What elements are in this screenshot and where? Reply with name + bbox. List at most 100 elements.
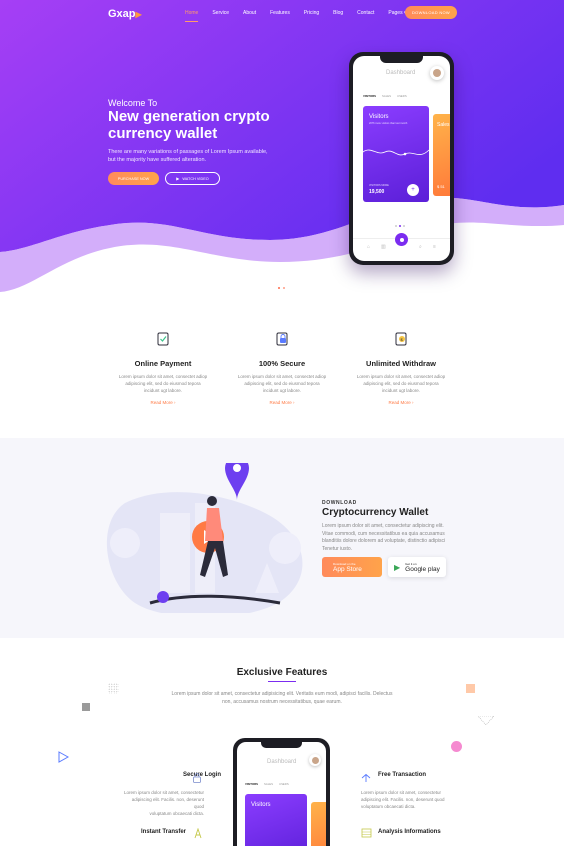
slider-dot-active[interactable] (278, 287, 280, 289)
feature-text: incidunt ugt labore. (262, 388, 302, 393)
hero-section: Gxap▶ Home Service About Features Pricin… (0, 0, 564, 300)
nav-blog[interactable]: Blog (333, 10, 343, 22)
visitors-card[interactable]: Visitors (245, 794, 307, 846)
phone-tab-users[interactable]: USERS (279, 782, 289, 786)
feature-text: incidunt ugt labore. (381, 388, 421, 393)
feature-text: Lorem ipsum dolor sit amet, consectet ad… (118, 374, 208, 379)
download-desc-line: Tenetur iusto. (322, 545, 353, 552)
nav-about[interactable]: About (243, 10, 256, 22)
feature-title: Analysis Informations (378, 829, 441, 835)
feature-title: Free Transaction (378, 772, 427, 778)
download-section: DOWNLOAD Cryptocurrency Wallet Lorem ips… (0, 438, 564, 638)
avatar[interactable] (430, 66, 444, 80)
phone-screen: Dashboard VISITORS SALES USERS Visitors … (353, 56, 450, 261)
exclusive-title: Exclusive Features (236, 667, 328, 678)
hero-phone-mockup: Dashboard VISITORS SALES USERS Visitors … (349, 52, 454, 265)
dot-grid-decoration (108, 683, 119, 694)
withdraw-icon: $ (395, 332, 407, 346)
phone-title: Dashboard (386, 70, 416, 76)
home-icon[interactable]: ⌂ (367, 244, 370, 250)
nav-contact[interactable]: Contact (357, 10, 374, 22)
brand-mark-icon: ▶ (135, 10, 142, 19)
nav-service[interactable]: Service (212, 10, 229, 22)
square-decoration (466, 684, 475, 693)
google-play-button[interactable]: ▶ Get it on Google play (388, 557, 446, 577)
nav-pricing[interactable]: Pricing (304, 10, 319, 22)
feature-text: Lorem ipsum dolor sit amet, consectet ad… (356, 374, 446, 379)
lock-icon (193, 773, 201, 783)
watch-video-button[interactable]: ▶ WATCH VIDEO (165, 172, 220, 185)
phone-tab-visitors[interactable]: VISITORS (245, 782, 258, 786)
feature-text: Lorem ipsum dolor sit amet, consectet ad… (237, 374, 327, 379)
feature-title: 100% Secure (258, 359, 306, 368)
avatar[interactable] (309, 754, 321, 766)
feature-text: Lorem ipsum dolor sit amet, consectetur (361, 790, 442, 795)
title-underline (268, 681, 296, 682)
phone-screen: Dashboard VISITORS SALES USERS Visitors (237, 742, 326, 846)
feature-title: Online Payment (134, 359, 192, 368)
feature-title: Instant Transfer (140, 829, 186, 835)
nav-pages[interactable]: Pages ▾ (388, 10, 406, 22)
read-more-link[interactable]: Read More › (346, 400, 456, 405)
nav-home[interactable]: Home (185, 10, 199, 22)
sales-card-title: Sales (437, 122, 450, 128)
read-more-link[interactable]: Read More › (108, 400, 218, 405)
visitors-card-title: Visitors (251, 802, 271, 808)
feature-text: adipiscing elit, sed do eiusmod tepora (244, 381, 320, 386)
main-nav: Home Service About Features Pricing Blog… (185, 10, 420, 22)
feature-secure: 100% Secure Lorem ipsum dolor sit amet, … (227, 332, 337, 405)
hero-headline-line2: currency wallet (108, 125, 218, 142)
brand-logo[interactable]: Gxap▶ (108, 8, 142, 20)
feature-free-transaction-text: Lorem ipsum dolor sit amet, consectetur … (361, 789, 471, 810)
feature-analysis-informations: Analysis Informations (378, 829, 488, 839)
hero-welcome: Welcome To (108, 98, 158, 108)
payment-icon (157, 332, 169, 346)
visitors-value: 19,500 (369, 189, 385, 195)
hero-slider-dots (278, 287, 285, 289)
add-icon[interactable]: + (407, 184, 419, 196)
nav-features[interactable]: Features (270, 10, 290, 22)
feature-text: Lorem ipsum dolor sit amet, consectetur (123, 790, 204, 795)
feature-text: adipiscing elit, sed do eiusmod tepora (363, 381, 439, 386)
visitors-wave-chart (363, 149, 429, 156)
read-more-link[interactable]: Read More › (227, 400, 337, 405)
phone-tab-sales[interactable]: SALES (382, 94, 391, 98)
app-store-button[interactable]: Download on the App Store (322, 557, 382, 577)
visitors-card[interactable]: Visitors 2076 more visitors than last mo… (363, 106, 429, 202)
slider-dot[interactable] (283, 287, 285, 289)
app-store-big: App Store (333, 566, 362, 573)
purchase-now-button[interactable]: PURCHASE NOW (108, 172, 159, 185)
download-eyebrow: DOWNLOAD (322, 500, 357, 506)
sales-card[interactable]: Sales $ 51 (433, 114, 450, 196)
brand-name: Gxap (108, 8, 136, 20)
exclusive-desc-line: Lorem ipsum dolor sit amet, consectetur … (171, 691, 393, 697)
phone-tab-users[interactable]: USERS (397, 94, 407, 98)
feature-instant-transfer: Instant Transfer (122, 829, 186, 839)
feature-online-payment: Online Payment Lorem ipsum dolor sit ame… (108, 332, 218, 405)
download-now-button[interactable]: DOWNLOAD NOW (405, 6, 457, 19)
feature-title: Secure Login (182, 772, 221, 778)
feature-secure-login-text: Lorem ipsum dolor sit amet, consectetur … (122, 789, 204, 817)
google-play-icon: ▶ (394, 562, 401, 572)
feature-unlimited-withdraw: $ Unlimited Withdraw Lorem ipsum dolor s… (346, 332, 456, 405)
feature-text: voluptatum obcaecati dicta. (149, 811, 204, 816)
visitors-card-subtitle: 2076 more visitors than last month (369, 122, 408, 125)
feature-free-transaction: Free Transaction (378, 772, 488, 782)
search-icon[interactable]: ⌕ (419, 244, 422, 250)
phone-tab-visitors[interactable]: VISITORS (363, 94, 376, 98)
visitors-value-label: VISITORS MORE (369, 184, 389, 187)
download-desc-line: Lorem ipsum dolor sit amet, consectetur … (322, 523, 444, 529)
chart-icon[interactable]: ▥ (381, 244, 386, 250)
sales-card[interactable] (311, 802, 326, 846)
phone-tabs: VISITORS SALES USERS (363, 94, 407, 98)
download-illustration (106, 463, 303, 613)
hero-desc-line2: but the majority have suffered alteratio… (108, 157, 207, 163)
transfer-icon (194, 828, 202, 839)
feature-text: incidunt ugt labore. (143, 388, 183, 393)
menu-icon[interactable]: ≡ (433, 244, 436, 250)
visitors-card-title: Visitors (369, 114, 389, 120)
play-icon: ▶ (176, 176, 180, 181)
phone-tab-sales[interactable]: SALES (264, 782, 273, 786)
download-description: Lorem ipsum dolor sit amet, consectetur … (322, 523, 445, 553)
fab-button[interactable] (395, 233, 408, 246)
